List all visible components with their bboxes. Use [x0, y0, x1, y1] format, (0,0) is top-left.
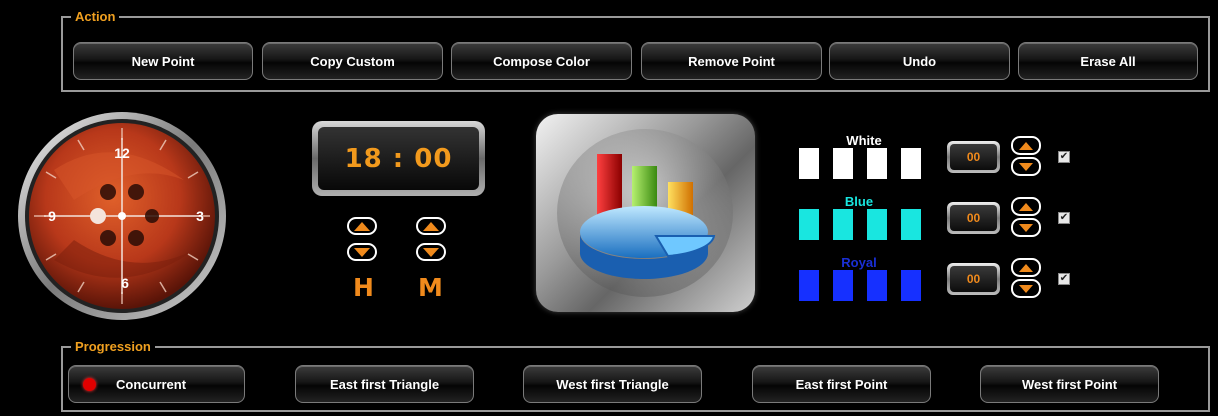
white-swatch: [867, 148, 887, 179]
white-up-button[interactable]: [1011, 136, 1041, 155]
check-icon: ✔: [1059, 151, 1069, 162]
undo-label: Undo: [902, 53, 937, 69]
chart-graphic-icon: [557, 129, 733, 297]
action-legend: Action: [71, 9, 120, 24]
remove-point-button[interactable]: Remove Point: [641, 42, 822, 80]
clock-numeral-9: 9: [48, 208, 56, 224]
west-first-point-button[interactable]: West first Point: [980, 365, 1159, 403]
time-value: 18 : 00: [318, 127, 479, 190]
arrow-down-icon: [1019, 162, 1033, 171]
royal-up-button[interactable]: [1011, 258, 1041, 277]
blue-swatch: [833, 209, 853, 240]
arrow-down-icon: [1019, 284, 1033, 293]
copy-custom-button[interactable]: Copy Custom: [262, 42, 443, 80]
arrow-down-icon: [423, 247, 439, 257]
concurrent-label: Concurrent: [116, 376, 187, 392]
arrow-up-icon: [354, 221, 370, 231]
east-first-triangle-button[interactable]: East first Triangle: [295, 365, 474, 403]
arrow-up-icon: [1019, 141, 1033, 150]
white-value-field[interactable]: 00: [947, 141, 1000, 173]
time-display: 18 : 00: [312, 121, 485, 196]
white-swatch: [901, 148, 921, 179]
remove-point-label: Remove Point: [688, 53, 775, 69]
minute-down-button[interactable]: [416, 243, 446, 261]
royal-swatch: [867, 270, 887, 301]
copy-custom-label: Copy Custom: [310, 53, 395, 69]
arrow-up-icon: [423, 221, 439, 231]
royal-swatch: [901, 270, 921, 301]
east-first-triangle-label: East first Triangle: [329, 376, 440, 392]
clock-numeral-3: 3: [196, 208, 204, 224]
chart-app-icon[interactable]: [536, 114, 755, 312]
blue-value: 00: [950, 205, 997, 231]
new-point-label: New Point: [131, 53, 195, 69]
arrow-up-icon: [1019, 202, 1033, 211]
white-stepper: [1011, 136, 1041, 178]
new-point-button[interactable]: New Point: [73, 42, 253, 80]
royal-value: 00: [950, 266, 997, 292]
blue-swatch: [867, 209, 887, 240]
blue-swatch: [901, 209, 921, 240]
white-down-button[interactable]: [1011, 157, 1041, 176]
compose-color-label: Compose Color: [493, 53, 590, 69]
blue-value-field[interactable]: 00: [947, 202, 1000, 234]
blue-enable-checkbox[interactable]: ✔: [1058, 212, 1070, 224]
clock-icon: 12 3 6 9: [18, 112, 226, 320]
west-first-triangle-label: West first Triangle: [556, 376, 669, 392]
arrow-down-icon: [1019, 223, 1033, 232]
white-swatch: [799, 148, 819, 179]
white-enable-checkbox[interactable]: ✔: [1058, 151, 1070, 163]
erase-all-button[interactable]: Erase All: [1018, 42, 1198, 80]
erase-all-label: Erase All: [1080, 53, 1136, 69]
royal-down-button[interactable]: [1011, 279, 1041, 298]
white-swatch: [833, 148, 853, 179]
hour-label: H: [353, 273, 374, 302]
selected-indicator-icon: [83, 377, 96, 391]
undo-button[interactable]: Undo: [829, 42, 1010, 80]
check-icon: ✔: [1059, 212, 1069, 223]
concurrent-button[interactable]: Concurrent: [68, 365, 245, 403]
royal-stepper: [1011, 258, 1041, 300]
arrow-down-icon: [354, 247, 370, 257]
minute-label: M: [418, 273, 443, 302]
royal-swatch: [799, 270, 819, 301]
arrow-up-icon: [1019, 263, 1033, 272]
hour-down-button[interactable]: [347, 243, 377, 261]
blue-swatch: [799, 209, 819, 240]
west-first-triangle-button[interactable]: West first Triangle: [523, 365, 702, 403]
white-channel-label: White: [846, 133, 882, 148]
west-first-point-label: West first Point: [1021, 376, 1118, 392]
progression-legend: Progression: [71, 339, 155, 354]
compose-color-button[interactable]: Compose Color: [451, 42, 632, 80]
royal-swatch: [833, 270, 853, 301]
clock-numeral-6: 6: [121, 275, 129, 291]
minute-up-button[interactable]: [416, 217, 446, 235]
east-first-point-button[interactable]: East first Point: [752, 365, 931, 403]
blue-up-button[interactable]: [1011, 197, 1041, 216]
blue-channel-label: Blue: [844, 194, 874, 209]
hour-up-button[interactable]: [347, 217, 377, 235]
clock-numeral-12: 12: [114, 145, 130, 161]
blue-stepper: [1011, 197, 1041, 239]
blue-down-button[interactable]: [1011, 218, 1041, 237]
royal-channel-label: Royal: [841, 255, 877, 270]
white-value: 00: [950, 144, 997, 170]
royal-enable-checkbox[interactable]: ✔: [1058, 273, 1070, 285]
royal-value-field[interactable]: 00: [947, 263, 1000, 295]
check-icon: ✔: [1059, 273, 1069, 284]
east-first-point-label: East first Point: [795, 376, 888, 392]
